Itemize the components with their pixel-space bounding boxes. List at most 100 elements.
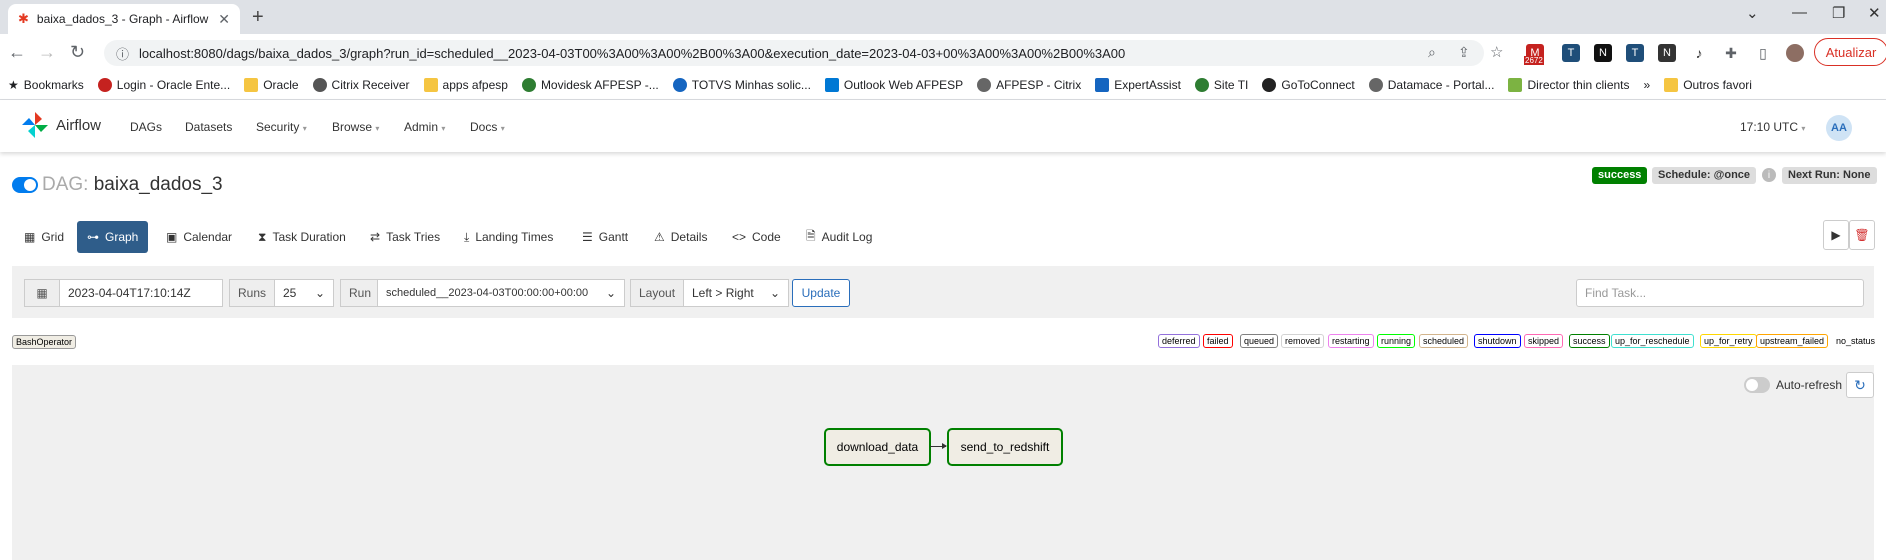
bookmark-item[interactable]: Movidesk AFPESP -... (521, 77, 659, 92)
bookmark-item[interactable]: apps afpesp (423, 77, 508, 92)
bookmark-item[interactable]: Login - Oracle Ente... (97, 77, 230, 92)
find-task-input[interactable]: Find Task... (1576, 279, 1864, 307)
tab-task-duration[interactable]: ⧗ Task Duration (248, 221, 356, 253)
chevron-down-icon: ⌄ (314, 286, 325, 300)
menu-browse[interactable]: Browse ▾ (332, 120, 379, 134)
minimize-button[interactable]: — (1792, 4, 1807, 21)
refresh-button[interactable]: ↻ (1846, 372, 1874, 398)
extension-icon-4[interactable]: N (1658, 44, 1676, 62)
menu-dags[interactable]: DAGs (130, 120, 162, 134)
run-select[interactable]: scheduled__2023-04-03T00:00:00+00:00 ⌄ (377, 279, 625, 307)
legend-scheduled[interactable]: scheduled (1419, 334, 1469, 348)
graph-canvas[interactable] (12, 365, 1874, 560)
tab-audit-log[interactable]: 🗎 Audit Log (796, 221, 882, 253)
bookmark-item[interactable]: Site TI (1194, 77, 1248, 92)
update-button[interactable]: Update (792, 279, 850, 307)
legend-up-for-reschedule[interactable]: up_for_reschedule (1611, 334, 1694, 348)
tab-gantt[interactable]: ☰ Gantt (572, 221, 638, 253)
reload-icon[interactable]: ↻ (70, 42, 85, 63)
legend-deferred[interactable]: deferred (1158, 334, 1200, 348)
bookmark-item[interactable]: Director thin clients (1508, 77, 1630, 92)
legend-running[interactable]: running (1377, 334, 1416, 348)
task-node-download-data[interactable]: download_data (824, 428, 931, 466)
legend-upstream-failed[interactable]: upstream_failed (1756, 334, 1829, 348)
legend-up-for-retry[interactable]: up_for_retry (1700, 334, 1757, 348)
extension-icon-1[interactable]: T (1562, 44, 1580, 62)
zoom-icon[interactable]: ⌕ (1428, 44, 1436, 61)
close-window-button[interactable]: ✕ (1868, 4, 1881, 22)
retry-icon: ⇄ (370, 230, 381, 244)
bookmark-item[interactable]: Oracle (244, 77, 299, 92)
forward-arrow-icon[interactable]: → (38, 42, 56, 63)
trigger-dag-button[interactable]: ▶ (1823, 220, 1849, 250)
run-label: Run (340, 279, 378, 307)
share-icon[interactable]: ⇪ (1458, 44, 1470, 61)
browser-update-button[interactable]: Atualizar (1814, 38, 1886, 66)
execution-date-input[interactable]: 2023-04-04T17:10:14Z (59, 279, 223, 307)
menu-admin[interactable]: Admin ▾ (404, 120, 445, 134)
legend-queued[interactable]: queued (1240, 334, 1279, 348)
tab-grid[interactable]: ▦ Grid (14, 221, 74, 253)
bookmark-item[interactable]: Citrix Receiver (312, 77, 410, 92)
extension-icon-2[interactable]: N (1594, 44, 1612, 62)
airflow-logo[interactable]: Airflow (20, 110, 101, 140)
legend-restarting[interactable]: restarting (1328, 334, 1374, 348)
bookmarks-bar: ★ Bookmarks Login - Oracle Ente... Oracle… (0, 70, 1886, 100)
tab-graph[interactable]: ⊶ Graph (77, 221, 149, 253)
tab-landing-times[interactable]: ⤓ Landing Times (454, 221, 563, 253)
tab-code[interactable]: <> Code (722, 221, 791, 253)
calendar-icon[interactable]: ▦ (24, 279, 60, 307)
legend-skipped[interactable]: skipped (1524, 334, 1564, 348)
extension-icon-3[interactable]: T (1626, 44, 1644, 62)
auto-refresh-toggle[interactable] (1744, 377, 1770, 393)
chevron-down-icon[interactable]: ⌄ (1746, 4, 1759, 22)
user-avatar[interactable]: AA (1826, 115, 1852, 141)
tab-task-tries[interactable]: ⇄ Task Tries (360, 221, 450, 253)
site-ti-icon (1194, 77, 1209, 92)
task-node-send-to-redshift[interactable]: send_to_redshift (947, 428, 1063, 466)
profile-avatar[interactable] (1786, 44, 1804, 62)
legend-success[interactable]: success (1569, 334, 1610, 348)
operator-legend[interactable]: BashOperator (12, 335, 77, 349)
bookmark-item[interactable]: GoToConnect (1262, 77, 1355, 92)
close-tab-icon[interactable]: ✕ (218, 11, 230, 28)
legend-removed[interactable]: removed (1281, 334, 1325, 348)
bookmark-item[interactable]: AFPESP - Citrix (977, 77, 1081, 92)
menu-datasets[interactable]: Datasets (185, 120, 232, 134)
dag-pause-toggle[interactable] (12, 177, 38, 193)
bookmark-item[interactable]: TOTVS Minhas solic... (672, 77, 811, 92)
bookmark-item[interactable]: Outros favori (1664, 77, 1752, 92)
legend-no-status[interactable]: no_status (1832, 334, 1880, 348)
runs-select[interactable]: 25 ⌄ (274, 279, 334, 307)
ext-badge: 2672 (1524, 56, 1544, 65)
utc-clock[interactable]: 17:10 UTC ▾ (1740, 120, 1805, 134)
puzzle-icon[interactable]: ✚ (1722, 44, 1740, 62)
extension-icon-5[interactable]: ♪ (1690, 44, 1708, 62)
bookmark-item[interactable]: Outlook Web AFPESP (824, 77, 963, 92)
bookmark-item[interactable]: Datamace - Portal... (1368, 77, 1494, 92)
menu-docs[interactable]: Docs ▾ (470, 120, 505, 134)
layout-select[interactable]: Left > Right ⌄ (683, 279, 789, 307)
bookmark-item[interactable]: ExpertAssist (1095, 77, 1181, 92)
new-tab-button[interactable]: + (252, 6, 264, 29)
bookmark-item[interactable]: ★ Bookmarks (8, 78, 84, 92)
tab-calendar[interactable]: ▣ Calendar (156, 221, 242, 253)
play-icon: ▶ (1831, 228, 1841, 242)
tab-details[interactable]: ⚠ Details (644, 221, 717, 253)
browser-tab[interactable]: ✱ baixa_dados_3 - Graph - Airflow ✕ (8, 4, 240, 34)
legend-shutdown[interactable]: shutdown (1474, 334, 1521, 348)
sidebar-icon[interactable]: ▯ (1754, 44, 1772, 62)
info-icon[interactable]: ⓘ (116, 44, 129, 63)
globe-icon (977, 77, 992, 92)
task-edge (930, 443, 947, 449)
bookmark-star-icon[interactable]: ☆ (1490, 43, 1503, 61)
auto-refresh[interactable]: Auto-refresh (1744, 377, 1842, 393)
address-bar[interactable]: ⓘ localhost:8080/dags/baixa_dados_3/grap… (104, 40, 1484, 66)
delete-dag-button[interactable]: 🗑 (1849, 220, 1875, 250)
back-arrow-icon[interactable]: ← (8, 42, 26, 63)
menu-security[interactable]: Security ▾ (256, 120, 307, 134)
restore-button[interactable]: ❐ (1832, 4, 1845, 22)
bookmarks-overflow-button[interactable]: » (1644, 78, 1651, 92)
info-icon[interactable]: i (1762, 168, 1776, 182)
legend-failed[interactable]: failed (1203, 334, 1233, 348)
